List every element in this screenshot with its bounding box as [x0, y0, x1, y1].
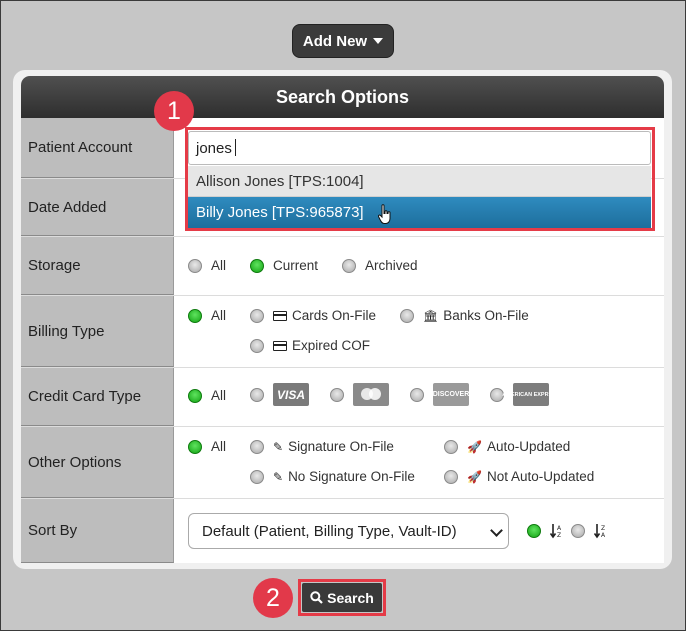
- storage-current-radio[interactable]: Current: [250, 258, 318, 273]
- other-not-auto-updated-radio[interactable]: 🚀 Not Auto-Updated: [444, 469, 594, 484]
- visa-logo: VISA: [273, 383, 309, 406]
- credit-card-icon: [273, 340, 287, 351]
- row-label: Other Options: [21, 427, 174, 498]
- card-discover-radio[interactable]: DISCOVER: [410, 383, 469, 406]
- svg-text:A: A: [601, 532, 606, 539]
- option-label: No Signature On-File: [288, 469, 415, 484]
- search-label: Search: [327, 589, 374, 606]
- panel-title: Search Options: [21, 76, 664, 118]
- billing-all-radio[interactable]: All: [188, 308, 226, 323]
- option-label: All: [211, 308, 227, 323]
- billing-banks-radio[interactable]: 🏛 Banks On-File: [400, 308, 529, 323]
- sort-by-select[interactable]: Default (Patient, Billing Type, Vault-ID…: [188, 513, 509, 549]
- rocket-icon: 🚀: [467, 469, 482, 484]
- radio-button[interactable]: [188, 439, 202, 454]
- sort-alpha-desc-icon: ZA: [594, 524, 606, 539]
- radio-button[interactable]: [188, 308, 202, 323]
- radio-button[interactable]: [342, 258, 356, 273]
- other-signature-radio[interactable]: ✎ Signature On-File: [250, 439, 394, 454]
- card-visa-radio[interactable]: VISA: [250, 383, 309, 406]
- caret-down-icon: [373, 38, 384, 44]
- option-label: Signature On-File: [288, 439, 394, 454]
- row-billing-type: Billing Type All Cards On-File 🏛 Banks On…: [21, 296, 664, 368]
- row-label: Patient Account: [21, 118, 174, 178]
- option-label: Cards On-File: [292, 308, 377, 323]
- radio-button[interactable]: [400, 308, 414, 323]
- add-new-label: Add New: [302, 32, 368, 50]
- sort-desc-radio[interactable]: ZA: [571, 523, 608, 539]
- callout-badge: 2: [253, 578, 293, 618]
- radio-button[interactable]: [444, 469, 458, 484]
- option-label: All: [211, 439, 227, 454]
- option-label: Archived: [365, 258, 418, 273]
- option-label: Current: [273, 258, 319, 273]
- row-other-options: Other Options All ✎ Signature On-File 🚀 Au…: [21, 427, 664, 499]
- callout-badge: 1: [154, 91, 194, 131]
- storage-all-radio[interactable]: All: [188, 258, 226, 273]
- other-no-signature-radio[interactable]: ✎ No Signature On-File: [250, 469, 415, 484]
- radio-button[interactable]: [571, 524, 585, 538]
- radio-button[interactable]: [250, 338, 264, 353]
- card-amex-radio[interactable]: AMERICAN EXPRESS: [490, 383, 560, 406]
- chevron-down-icon: [490, 524, 503, 537]
- card-all-radio[interactable]: All: [188, 388, 226, 403]
- bank-icon: 🏛: [423, 308, 439, 323]
- option-label: Auto-Updated: [486, 439, 571, 454]
- amex-logo: AMERICAN EXPRESS: [502, 383, 560, 406]
- option-label: Banks On-File: [443, 308, 529, 323]
- row-label: Billing Type: [21, 296, 174, 367]
- radio-button[interactable]: [188, 388, 202, 403]
- row-storage: Storage All Current Archived: [21, 237, 664, 296]
- radio-button[interactable]: [410, 387, 424, 402]
- row-credit-card-type: Credit Card Type All VISA DISCOVER AMERI…: [21, 368, 664, 427]
- credit-card-icon: [273, 310, 287, 321]
- radio-button[interactable]: [250, 469, 264, 484]
- sort-by-value: Default (Patient, Billing Type, Vault-ID…: [202, 522, 457, 540]
- option-label: All: [211, 388, 227, 403]
- pen-icon: ✎: [273, 439, 284, 454]
- pen-icon: ✎: [273, 469, 284, 484]
- discover-logo: DISCOVER: [433, 383, 469, 406]
- row-label: Storage: [21, 237, 174, 295]
- radio-button[interactable]: [330, 387, 344, 402]
- row-label: Credit Card Type: [21, 368, 174, 426]
- rocket-icon: 🚀: [467, 439, 482, 454]
- storage-archived-radio[interactable]: Archived: [342, 258, 418, 273]
- billing-cards-radio[interactable]: Cards On-File: [250, 308, 376, 323]
- row-label: Sort By: [21, 499, 174, 563]
- search-icon: [310, 591, 323, 604]
- billing-expired-radio[interactable]: Expired COF: [250, 338, 370, 353]
- search-button[interactable]: Search: [302, 583, 382, 612]
- sort-alpha-asc-icon: AZ: [550, 524, 562, 539]
- svg-text:A: A: [557, 525, 562, 532]
- radio-button[interactable]: [250, 439, 264, 454]
- svg-text:Z: Z: [557, 532, 561, 539]
- option-label: All: [211, 258, 227, 273]
- svg-text:Z: Z: [601, 525, 605, 532]
- radio-button[interactable]: [250, 308, 264, 323]
- mastercard-logo: [353, 383, 389, 406]
- radio-button[interactable]: [250, 258, 264, 273]
- radio-button[interactable]: [188, 258, 202, 273]
- radio-button[interactable]: [527, 524, 541, 538]
- highlight-box: [185, 127, 655, 231]
- radio-button[interactable]: [444, 439, 458, 454]
- add-new-button[interactable]: Add New: [292, 24, 394, 58]
- radio-button[interactable]: [250, 387, 264, 402]
- other-auto-updated-radio[interactable]: 🚀 Auto-Updated: [444, 439, 570, 454]
- sort-asc-radio[interactable]: AZ: [527, 523, 564, 539]
- row-label: Date Added: [21, 179, 174, 236]
- other-all-radio[interactable]: All: [188, 439, 226, 454]
- option-label: Expired COF: [292, 338, 371, 353]
- option-label: Not Auto-Updated: [486, 469, 595, 484]
- card-mastercard-radio[interactable]: [330, 383, 389, 406]
